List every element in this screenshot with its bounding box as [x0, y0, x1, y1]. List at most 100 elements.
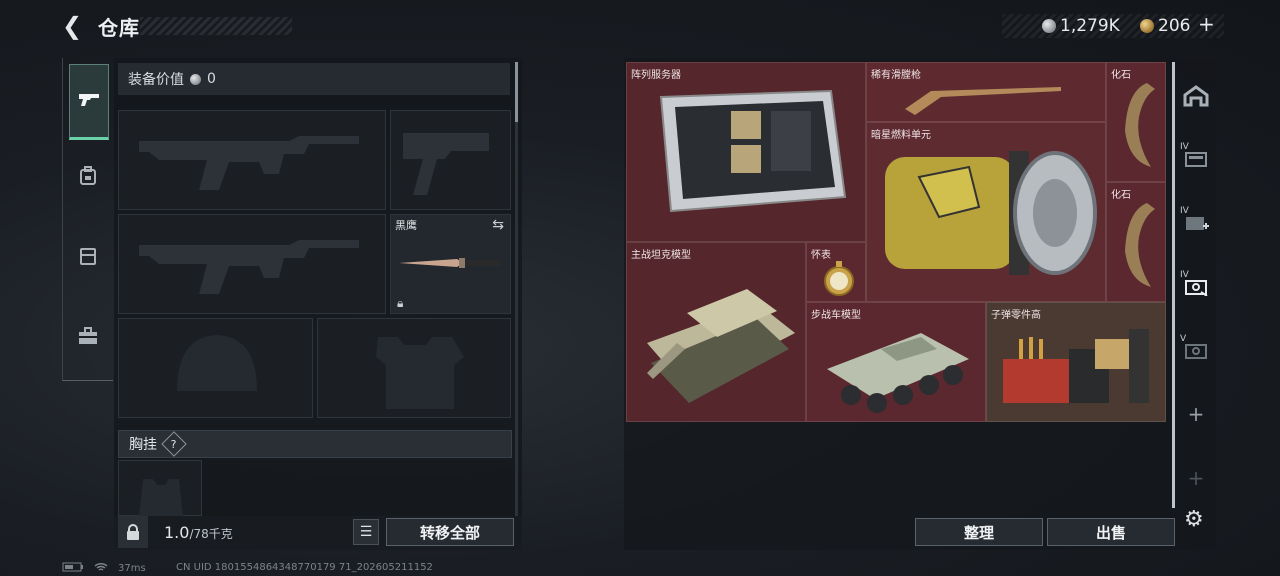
right-scrollbar-thumb[interactable]	[1172, 62, 1175, 508]
knife-slot[interactable]: 黑鹰 ⇆ 🔒︎	[390, 214, 511, 314]
tab-backpack[interactable]	[69, 142, 107, 214]
tab-tools[interactable]	[69, 302, 107, 374]
silver-currency: 1,279K	[1042, 14, 1120, 38]
help-icon[interactable]: ?	[161, 431, 187, 457]
toolbox-icon	[78, 326, 98, 350]
gold-coin-icon	[1140, 19, 1154, 33]
list-view-button[interactable]: ☰	[353, 519, 379, 545]
tier-label: V	[1180, 334, 1187, 344]
tab-weapons[interactable]	[69, 64, 109, 140]
stash-item-fossil[interactable]: 化石	[1106, 182, 1166, 302]
stash-item-pocket-watch[interactable]: 怀表	[806, 242, 866, 302]
item-label: 化石	[1111, 190, 1131, 201]
add-container-button-disabled[interactable]: +	[1180, 462, 1212, 494]
backpack-icon	[79, 165, 97, 191]
pistol-slot[interactable]	[390, 110, 511, 210]
item-label: 主战坦克模型	[631, 250, 691, 261]
ping-text: 37ms	[118, 563, 146, 574]
fossil-claw-icon	[1125, 83, 1155, 167]
tier-label: IV	[1180, 206, 1189, 216]
stash-item-musket[interactable]: 稀有滑膛枪	[866, 62, 1106, 122]
equipment-value: 0	[207, 71, 216, 87]
add-container-button[interactable]: +	[1180, 398, 1212, 430]
settings-gear-icon[interactable]: ⚙	[1184, 508, 1208, 532]
battery-icon	[62, 562, 84, 575]
gold-amount: 206	[1158, 16, 1191, 36]
equipment-tabs	[62, 58, 113, 381]
tier-label: IV	[1180, 270, 1189, 280]
lock-icon: 🔒︎	[397, 296, 404, 310]
armor-silhouette-icon	[376, 337, 464, 409]
ammo-parts-icon	[1003, 329, 1149, 403]
vest-icon	[79, 246, 97, 271]
primary-weapon-slot[interactable]	[118, 110, 386, 210]
ifv-model-icon	[827, 333, 969, 413]
back-icon[interactable]: ❮	[62, 14, 86, 38]
status-bar: 37ms	[62, 562, 146, 575]
helmet-slot[interactable]	[118, 318, 313, 418]
armor-slot[interactable]	[317, 318, 511, 418]
add-currency-button[interactable]: +	[1198, 12, 1215, 36]
knife-name: 黑鹰	[395, 219, 417, 232]
stash-item-fuel-cell[interactable]: 暗星燃料单元	[866, 122, 1106, 302]
tab-container-iv-2[interactable]: IV	[1180, 206, 1212, 238]
tab-vest[interactable]	[69, 222, 107, 294]
chest-rig-header: 胸挂 ?	[118, 430, 512, 458]
stash-item-ifv-model[interactable]: 步战车模型	[806, 302, 986, 422]
chest-rig-slot[interactable]	[118, 460, 202, 517]
chest-rig-label: 胸挂	[129, 437, 157, 453]
pistol-icon	[77, 91, 101, 112]
equipment-value-label: 装备价值	[128, 72, 184, 88]
lock-icon	[127, 524, 139, 540]
stash-item-tank-model[interactable]: 主战坦克模型	[626, 242, 806, 422]
server-icon	[659, 89, 847, 213]
stash-item-ammo-parts[interactable]: 子弹零件高	[986, 302, 1166, 422]
transfer-all-button[interactable]: 转移全部	[386, 518, 514, 546]
add-icon: +	[1187, 402, 1205, 426]
fossil-claw-icon	[1125, 203, 1155, 287]
page-title: 仓库	[98, 16, 140, 40]
title-decoration	[140, 17, 292, 35]
swap-icon[interactable]: ⇆	[492, 217, 504, 233]
helmet-silhouette-icon	[177, 335, 257, 391]
gold-currency: 206	[1140, 14, 1190, 38]
stash-icon	[1183, 85, 1209, 107]
pocket-watch-icon	[824, 261, 854, 296]
silver-amount: 1,279K	[1060, 16, 1120, 36]
sort-button[interactable]: 整理	[915, 518, 1043, 546]
chest-rig-silhouette-icon	[139, 479, 183, 517]
list-icon: ☰	[359, 524, 373, 540]
stash-item-server[interactable]: 阵列服务器	[626, 62, 866, 242]
lock-button[interactable]	[118, 516, 148, 548]
item-label: 阵列服务器	[631, 70, 681, 81]
tank-model-icon	[647, 289, 795, 403]
item-label: 化石	[1111, 70, 1131, 81]
secondary-weapon-slot[interactable]	[118, 214, 386, 314]
rifle-silhouette-icon	[139, 240, 359, 294]
weight-max: /78千克	[189, 527, 233, 541]
sell-button[interactable]: 出售	[1047, 518, 1175, 546]
silver-coin-icon	[190, 73, 201, 85]
tab-container-iv-3[interactable]: IV	[1180, 270, 1212, 302]
left-scrollbar-thumb[interactable]	[515, 62, 518, 122]
fuel-cell-icon	[885, 151, 1097, 275]
container-v-icon	[1185, 344, 1207, 359]
left-scrollbar-track[interactable]	[515, 62, 518, 518]
weight-current: 1.0	[164, 523, 190, 542]
tab-container-v[interactable]: V	[1180, 334, 1212, 366]
tier-label: IV	[1180, 142, 1189, 152]
weight-display: 1.0/78千克	[164, 523, 233, 542]
add-icon: +	[1187, 466, 1205, 490]
wifi-icon	[94, 562, 108, 575]
musket-icon	[905, 87, 1061, 115]
tab-container-iv-1[interactable]: IV	[1180, 142, 1212, 174]
stash-item-fossil[interactable]: 化石	[1106, 62, 1166, 182]
tab-stash[interactable]	[1180, 80, 1212, 112]
silver-coin-icon	[1042, 19, 1056, 33]
pistol-silhouette-icon	[403, 133, 489, 195]
item-label: 暗星燃料单元	[871, 130, 931, 141]
equipment-value-bar: 装备价值 0	[118, 63, 510, 95]
rifle-silhouette-icon	[139, 136, 359, 190]
knife-icon	[399, 258, 501, 268]
uid-text: CN UID 1801554864348770179 71_2026052111…	[176, 562, 433, 573]
